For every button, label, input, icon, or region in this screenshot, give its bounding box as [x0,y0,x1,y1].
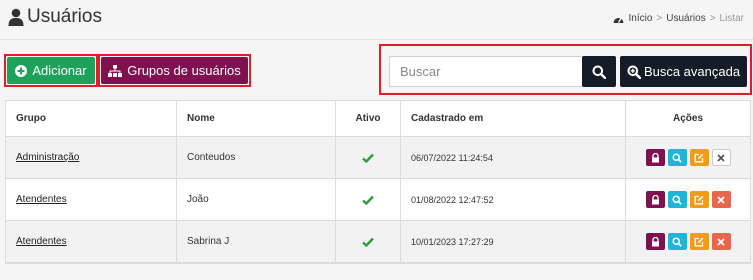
breadcrumb-home[interactable]: Início [628,13,652,24]
user-icon [8,8,24,26]
edit-button[interactable] [689,191,709,208]
group-link[interactable]: Administração [16,152,79,163]
page-title: Usuários [8,6,102,28]
cell-name: Conteudos [177,137,336,178]
group-link[interactable]: Atendentes [16,194,67,205]
edit-icon [694,153,704,162]
column-header-active[interactable]: Ativo [336,101,401,136]
add-button[interactable]: Adicionar [7,57,95,84]
row-actions [645,191,731,208]
lock-icon [651,194,659,204]
column-header-name[interactable]: Nome [177,101,336,136]
lock-button[interactable] [645,233,665,250]
edit-button[interactable] [689,233,709,250]
table-header-row: Grupo Nome Ativo Cadastrado em Ações [6,101,750,137]
search-icon [672,194,682,205]
breadcrumb-separator: > [656,13,663,24]
view-button[interactable] [667,233,687,250]
cell-actions [626,137,750,178]
cell-group: Atendentes [6,221,177,262]
lock-icon [651,236,659,246]
view-button[interactable] [667,149,687,166]
table-row: Administração Conteudos 06/07/2022 11:24… [6,137,750,179]
breadcrumb-users[interactable]: Usuários [666,13,705,24]
plus-circle-icon [15,64,28,77]
search-icon [672,152,682,163]
add-button-label: Adicionar [32,63,87,78]
cell-created: 01/08/2022 12:47:52 [401,179,626,220]
search-icon [672,236,682,247]
dashboard-icon [613,17,624,23]
cell-name: Sabrina J [177,221,336,262]
advanced-search-button[interactable]: Busca avançada [620,56,747,87]
groups-button-label: Grupos de usuários [127,63,241,78]
lock-icon [651,152,659,162]
cell-active [336,137,401,178]
group-link[interactable]: Atendentes [16,236,67,247]
view-button[interactable] [667,191,687,208]
users-table: Grupo Nome Ativo Cadastrado em Ações Adm… [5,100,751,264]
cell-created: 10/01/2023 17:27:29 [401,221,626,262]
row-actions [645,233,731,250]
delete-button[interactable] [711,233,731,250]
delete-button[interactable] [711,191,731,208]
cell-active [336,179,401,220]
cell-created: 06/07/2022 11:24:54 [401,137,626,178]
cell-name: João [177,179,336,220]
advanced-search-label: Busca avançada [643,64,741,79]
edit-icon [694,237,704,246]
cell-group: Atendentes [6,179,177,220]
check-icon [362,195,374,205]
lock-button[interactable] [645,149,665,166]
cell-group: Administração [6,137,177,178]
delete-button-disabled [711,149,731,166]
column-header-group[interactable]: Grupo [6,101,177,136]
breadcrumb-separator: > [709,13,716,24]
cell-actions [626,179,750,220]
edit-button[interactable] [689,149,709,166]
table-row: Atendentes Sabrina J 10/01/2023 17:27:29 [6,221,750,263]
close-icon [717,237,725,246]
close-icon [717,153,725,162]
cell-actions [626,221,750,262]
search-button[interactable] [582,56,616,87]
close-icon [717,195,725,204]
search-plus-icon [627,65,641,79]
edit-icon [694,195,704,204]
page-header: Usuários Início > Usuários > Listar [0,0,753,40]
breadcrumb-list: Listar [719,13,744,24]
search-input[interactable] [389,56,583,87]
table-row: Atendentes João 01/08/2022 12:47:52 [6,179,750,221]
sitemap-icon [108,64,123,77]
lock-button[interactable] [645,191,665,208]
search-icon [592,65,606,79]
check-icon [362,153,374,163]
column-header-actions: Ações [672,113,703,124]
breadcrumb: Início > Usuários > Listar [613,13,744,24]
check-icon [362,237,374,247]
column-header-created[interactable]: Cadastrado em [401,101,626,136]
groups-button[interactable]: Grupos de usuários [101,57,248,84]
page-title-text: Usuários [27,6,102,27]
cell-active [336,221,401,262]
row-actions [645,149,731,166]
